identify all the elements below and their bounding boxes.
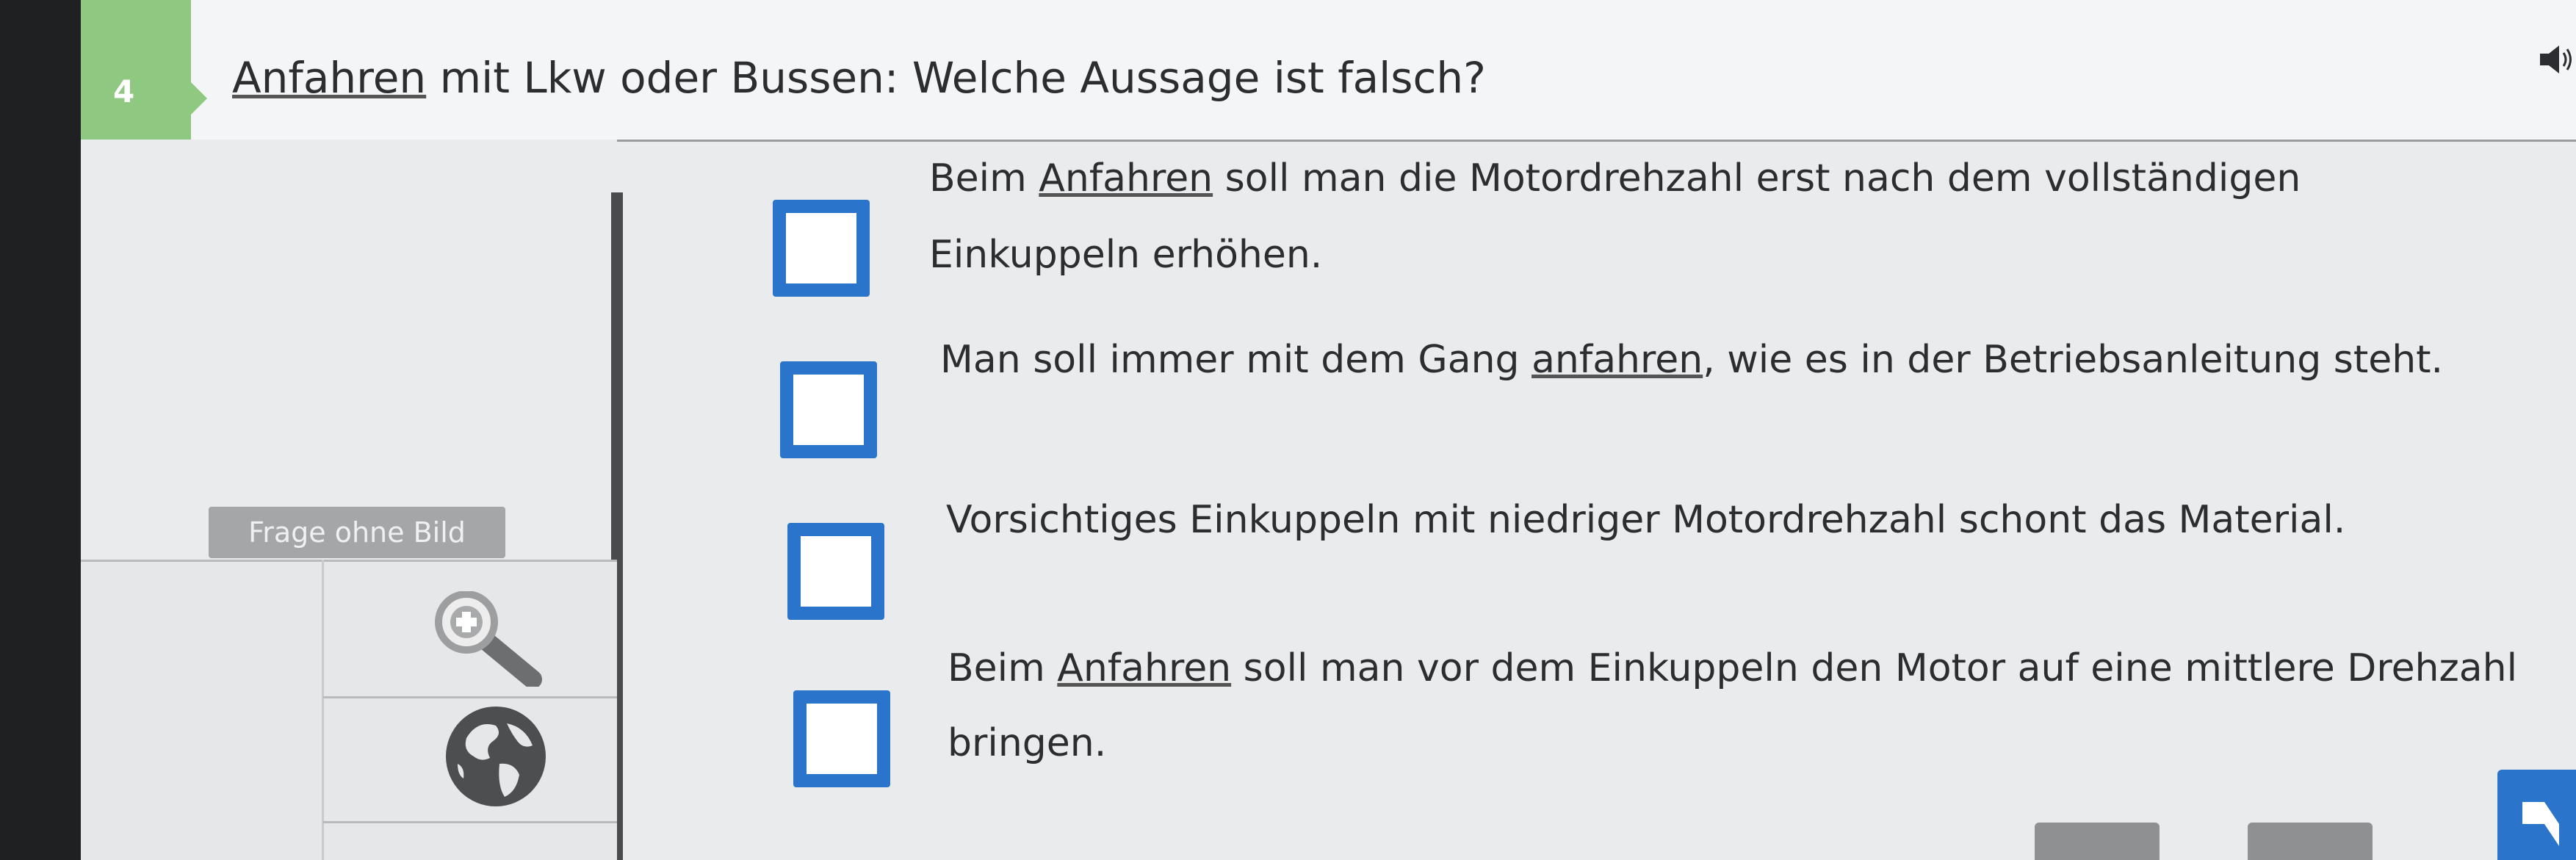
question-keyword[interactable]: Anfahren: [232, 53, 426, 103]
tool-separator: [323, 821, 617, 823]
answer-3-checkbox[interactable]: [787, 523, 884, 620]
answer-2-checkbox[interactable]: [780, 361, 877, 458]
answer-4-line-2[interactable]: bringen.: [948, 708, 1106, 778]
zoom-in-icon[interactable]: [430, 591, 547, 687]
back-button[interactable]: [2035, 823, 2160, 860]
globe-icon[interactable]: [444, 705, 547, 808]
question-rest: mit Lkw oder Bussen: Welche Aussage ist …: [426, 53, 1486, 103]
quiz-screen: Anfahren mit Lkw oder Bussen: Welche Aus…: [81, 0, 2576, 860]
answer-1-checkbox[interactable]: [773, 200, 870, 297]
answer-1-line-2[interactable]: Einkuppeln erhöhen.: [929, 220, 1322, 290]
question-number: 4: [113, 73, 135, 109]
tool-separator: [323, 696, 617, 698]
answer-4-checkbox[interactable]: [793, 690, 890, 787]
question-text: Anfahren mit Lkw oder Bussen: Welche Aus…: [232, 53, 1486, 103]
mark-button[interactable]: [2248, 823, 2373, 860]
tool-divider: [322, 560, 324, 860]
answer-3-line-1[interactable]: Vorsichtiges Einkuppeln mit niedriger Mo…: [946, 485, 2345, 555]
question-number-arrow: [191, 82, 207, 115]
speaker-icon[interactable]: [2540, 44, 2574, 75]
no-image-badge: Frage ohne Bild: [209, 507, 505, 558]
answer-4-line-1[interactable]: Beim Anfahren soll man vor dem Einkuppel…: [948, 633, 2517, 704]
question-header: Anfahren mit Lkw oder Bussen: Welche Aus…: [81, 0, 2576, 142]
next-arrow-icon: [2522, 802, 2559, 846]
next-button[interactable]: [2497, 770, 2576, 860]
answer-1-line-1[interactable]: Beim Anfahren soll man die Motordrehzahl…: [929, 143, 2301, 214]
answer-2-line-1[interactable]: Man soll immer mit dem Gang anfahren, wi…: [940, 325, 2443, 395]
